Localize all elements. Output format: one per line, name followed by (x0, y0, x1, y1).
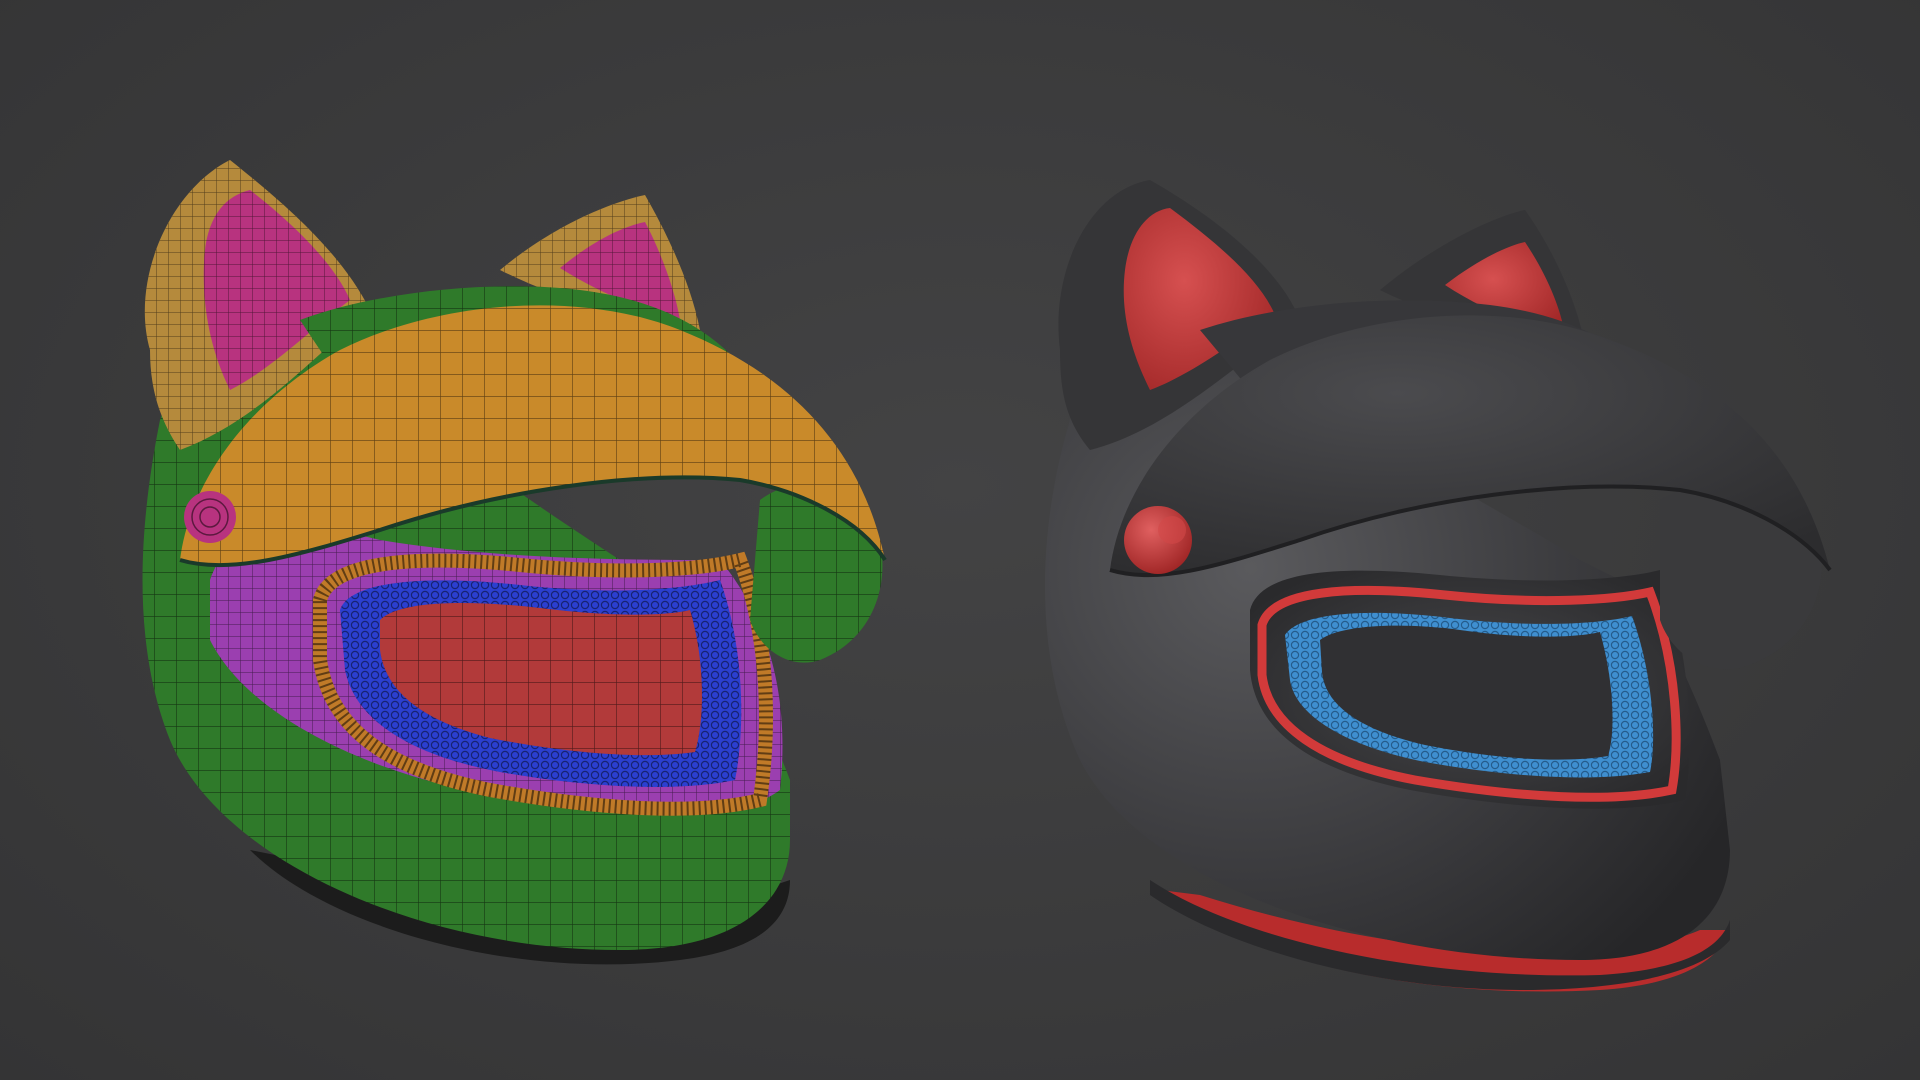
3d-viewport[interactable] (0, 0, 1920, 1080)
helmet-polygroups[interactable] (142, 160, 887, 965)
helmet-shaded[interactable] (1045, 180, 1832, 992)
side-button-shaded (1124, 506, 1192, 574)
side-button (184, 491, 236, 543)
render-canvas (142, 160, 1832, 992)
